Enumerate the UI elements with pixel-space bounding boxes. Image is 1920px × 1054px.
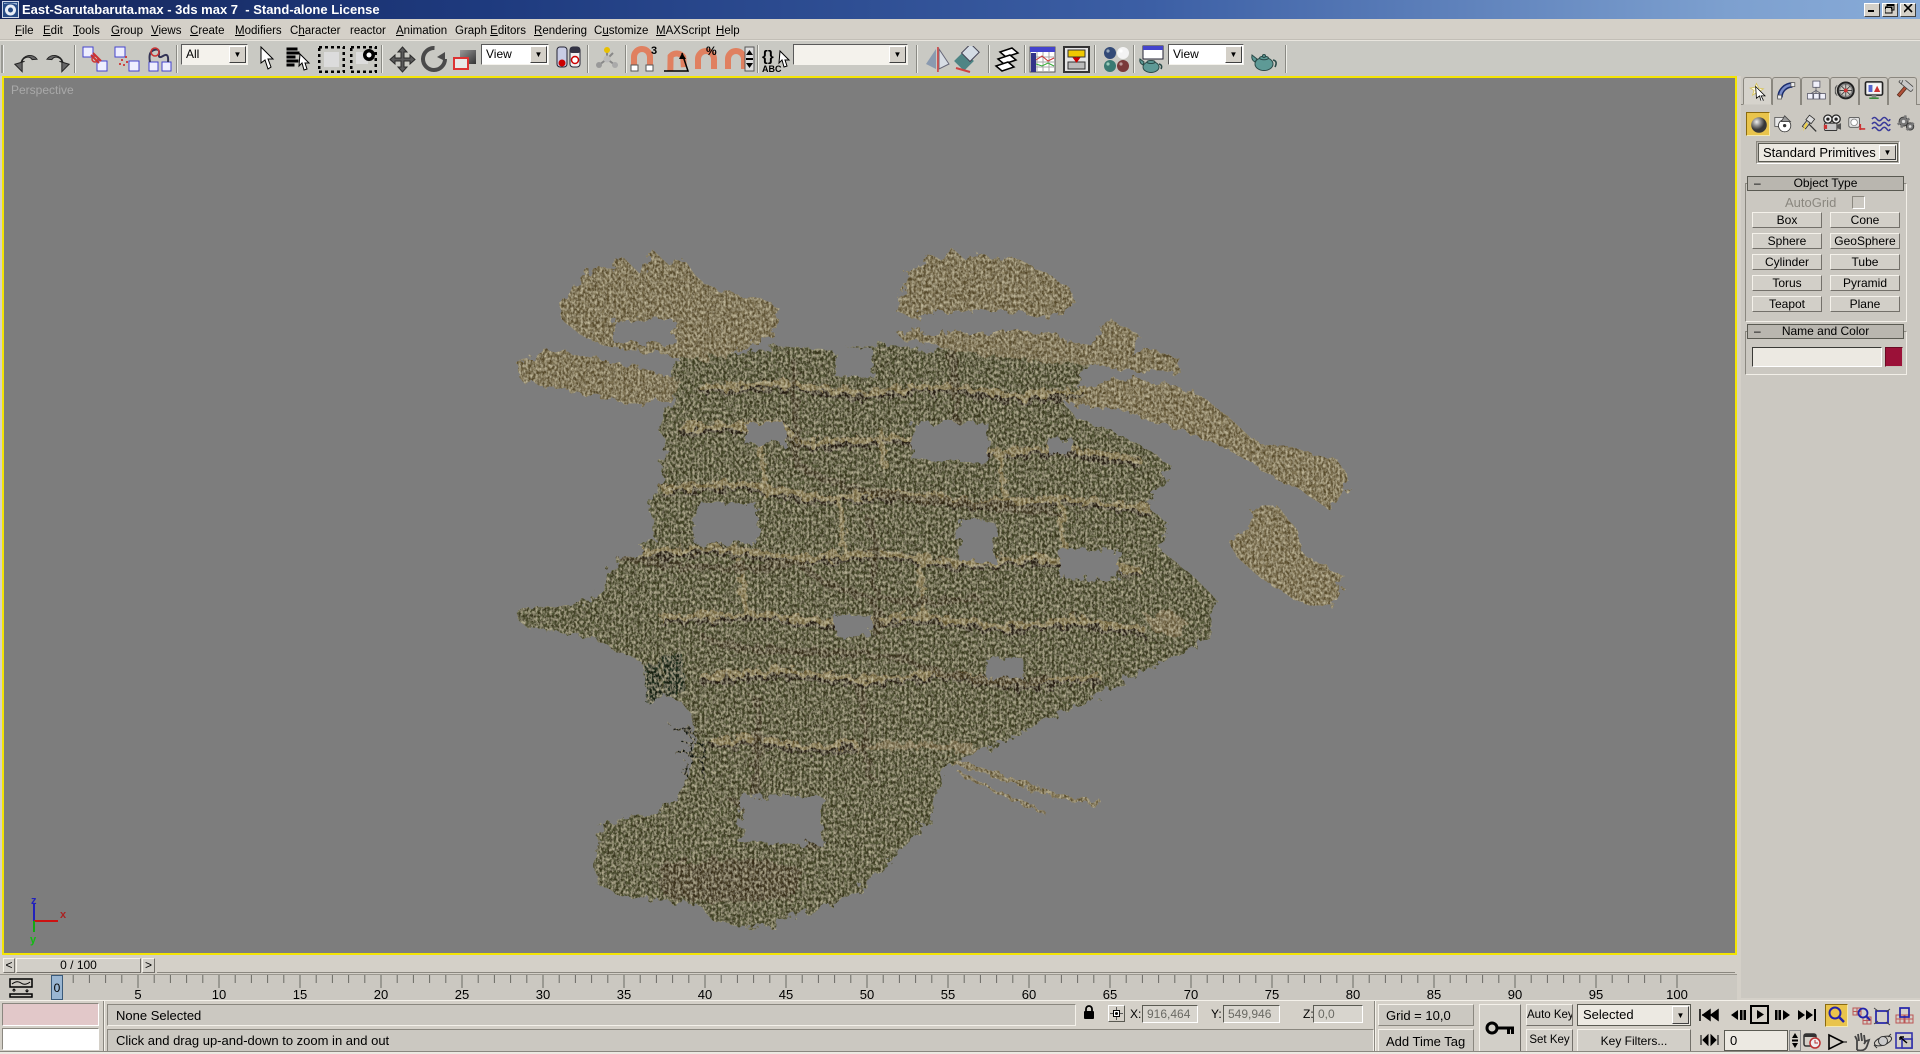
svg-text:%: % [706, 45, 717, 58]
svg-text:15: 15 [293, 987, 307, 1001]
svg-text:100: 100 [1666, 987, 1688, 1001]
svg-text:x: x [60, 909, 67, 921]
svg-text:65: 65 [1103, 987, 1117, 1001]
svg-text:70: 70 [1184, 987, 1198, 1001]
svg-text:80: 80 [1346, 987, 1360, 1001]
svg-text:40: 40 [698, 987, 712, 1001]
svg-text:ABC: ABC [762, 64, 782, 74]
svg-text:95: 95 [1589, 987, 1603, 1001]
svg-text:50: 50 [860, 987, 874, 1001]
svg-text:85: 85 [1427, 987, 1441, 1001]
svg-text:30: 30 [536, 987, 550, 1001]
svg-text:3: 3 [651, 45, 657, 57]
svg-text:5: 5 [134, 987, 141, 1001]
svg-text:60: 60 [1022, 987, 1036, 1001]
svg-text:35: 35 [617, 987, 631, 1001]
svg-text:75: 75 [1265, 987, 1279, 1001]
svg-text:25: 25 [455, 987, 469, 1001]
svg-text:55: 55 [941, 987, 955, 1001]
svg-text:z: z [31, 896, 37, 907]
svg-text:{}: {} [762, 48, 774, 65]
svg-text:90: 90 [1508, 987, 1522, 1001]
svg-text:10: 10 [212, 987, 226, 1001]
svg-text:45: 45 [779, 987, 793, 1001]
svg-text:y: y [30, 934, 37, 946]
svg-text:20: 20 [374, 987, 388, 1001]
